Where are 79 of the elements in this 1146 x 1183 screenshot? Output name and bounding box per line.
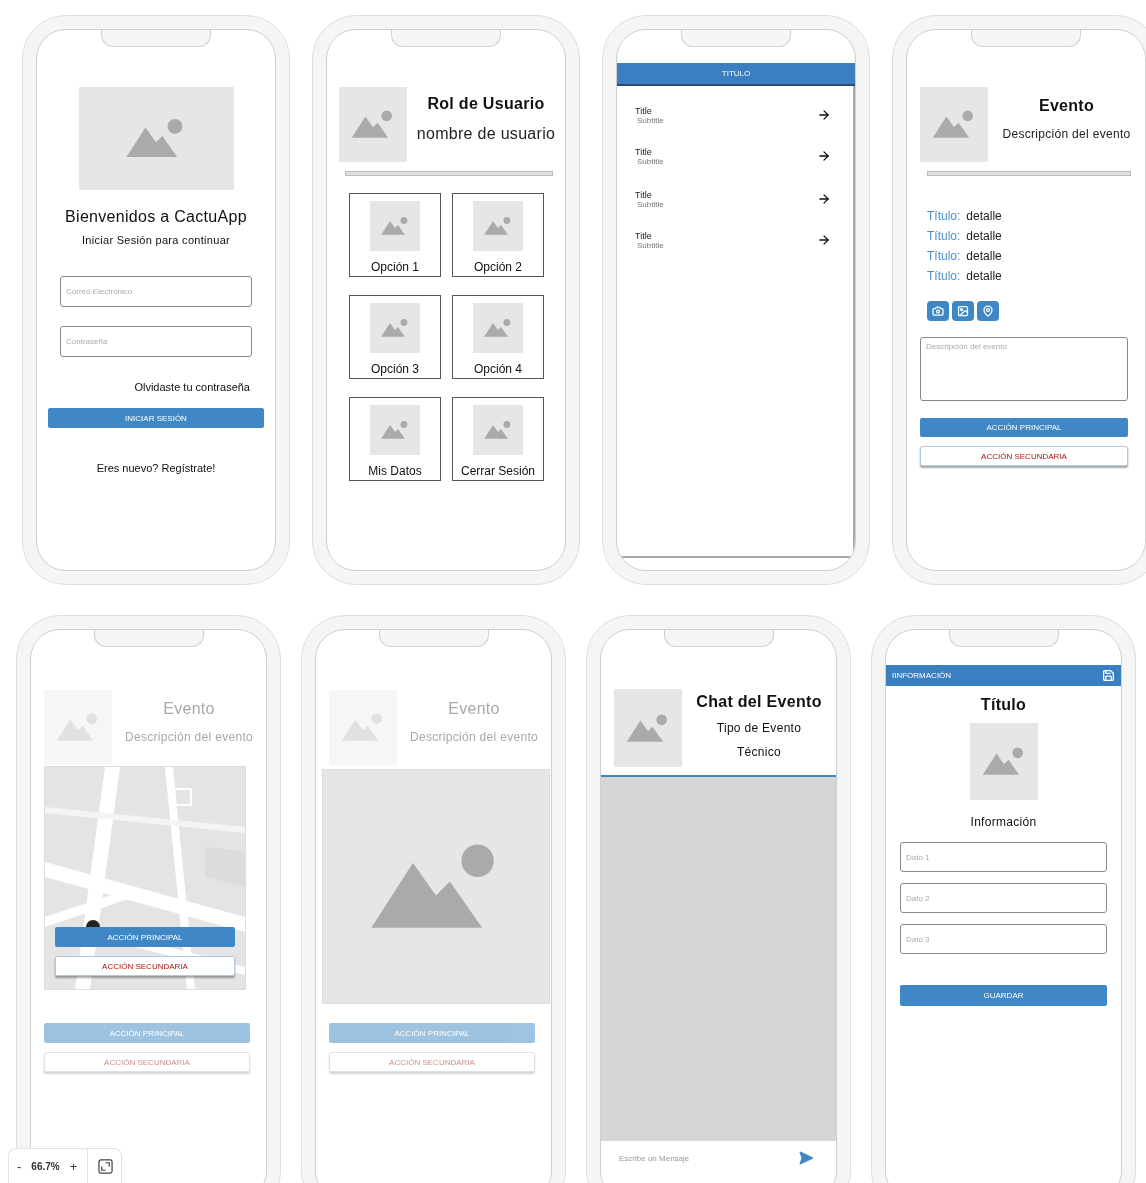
mountain-icon <box>483 420 513 440</box>
arrow-right-icon <box>817 108 831 122</box>
input-field[interactable]: Contraseña <box>60 326 252 357</box>
menu-option-tile[interactable]: Opción 2 <box>452 193 544 277</box>
item-subtitle: Subtitle <box>637 240 664 250</box>
list-item[interactable]: Title Subtitle <box>617 96 853 134</box>
header-title: IINFORMACIÓN <box>892 671 952 680</box>
arrow-right-icon <box>817 149 831 163</box>
zoom-level: 66.7% <box>31 1160 60 1172</box>
secondary-button[interactable]: ACCIÓN SECUNDARIA <box>55 956 235 976</box>
detail-value: detalle <box>966 268 1002 285</box>
input-field[interactable]: Correo Electrónico <box>60 276 252 307</box>
header-title: Evento <box>1038 96 1095 115</box>
header-subtitle: Descripción del evento <box>410 729 538 744</box>
mountain-icon <box>380 216 410 236</box>
primary-button[interactable]: ACCIÓN PRINCIPAL <box>920 418 1128 437</box>
detail-value: detalle <box>966 208 1002 225</box>
header-title: Rol de Usuario <box>427 94 545 113</box>
fit-screen-icon[interactable] <box>98 1158 114 1174</box>
mountain-icon <box>380 420 410 440</box>
signup-link[interactable]: Eres nuevo? Regístrate! <box>96 462 216 474</box>
map-pin-icon <box>982 305 994 317</box>
item-title: Title <box>635 146 653 157</box>
header-subtitle: Descripción del evento <box>1002 126 1131 141</box>
mountain-icon <box>380 318 410 338</box>
item-title: Title <box>635 105 653 116</box>
list-item[interactable]: Title Subtitle <box>617 134 853 178</box>
send-icon <box>798 1150 814 1166</box>
form-title: Título <box>980 696 1027 714</box>
menu-option-tile[interactable]: Opción 4 <box>452 295 544 379</box>
item-subtitle: Subtitle <box>637 199 664 209</box>
image-button[interactable] <box>952 301 974 321</box>
camera-button[interactable] <box>927 301 949 321</box>
item-title: Title <box>635 230 653 241</box>
mountain-icon <box>483 216 513 236</box>
description-field[interactable]: Descripción del evento <box>920 337 1128 401</box>
detail-value: detalle <box>966 228 1002 245</box>
input-field[interactable]: Dato 2 <box>900 883 1107 913</box>
mountain-icon <box>483 318 513 338</box>
chat-title: Chat del Evento <box>696 693 822 711</box>
detail-value: detalle <box>966 248 1002 265</box>
menu-option-tile[interactable]: Cerrar Sesión <box>452 397 544 481</box>
item-subtitle: Subtitle <box>637 156 664 166</box>
arrow-right-icon <box>817 192 831 206</box>
header-subtitle: nombre de usuario <box>416 124 556 143</box>
arrow-right-icon <box>817 233 831 247</box>
form-caption: Información <box>970 815 1037 829</box>
map-pin-button[interactable] <box>977 301 999 321</box>
detail-label: Título: <box>927 268 961 285</box>
detail-label: Título: <box>927 208 961 225</box>
event-category: Técnico <box>736 745 782 759</box>
image-icon <box>957 305 969 317</box>
menu-option-tile[interactable]: Mis Datos <box>349 397 441 481</box>
detail-label: Título: <box>927 248 961 265</box>
subtitle: Iniciar Sesión para continuar <box>81 234 231 246</box>
login-button[interactable]: INICIAR SESIÓN <box>48 408 264 428</box>
camera-icon <box>932 305 944 317</box>
primary-button[interactable]: ACCIÓN PRINCIPAL <box>55 927 235 947</box>
secondary-button[interactable]: ACCIÓN SECUNDARIA <box>920 446 1128 466</box>
welcome-title: Bienvenidos a CactuApp <box>65 208 247 226</box>
event-type: Tipo de Evento <box>716 721 802 735</box>
header-subtitle: Descripción del evento <box>125 729 253 744</box>
input-field[interactable]: Dato 3 <box>900 924 1107 954</box>
menu-option-tile[interactable]: Opción 1 <box>349 193 441 277</box>
save-icon <box>1102 669 1115 682</box>
header-title: Evento <box>448 699 500 718</box>
zoom-in-button[interactable]: + <box>69 1158 78 1174</box>
header-bar: TITULO <box>617 63 855 86</box>
list-item[interactable]: Title Subtitle <box>617 178 853 220</box>
save-button[interactable]: GUARDAR <box>900 985 1107 1006</box>
item-title: Title <box>635 189 653 200</box>
forgot-password-link[interactable]: Olvidaste tu contraseña <box>134 381 250 393</box>
item-subtitle: Subtitle <box>637 115 664 125</box>
header-title: Evento <box>163 699 215 718</box>
input-field[interactable]: Dato 1 <box>900 842 1107 872</box>
menu-option-tile[interactable]: Opción 3 <box>349 295 441 379</box>
list-item[interactable]: Title Subtitle <box>617 220 853 260</box>
detail-label: Título: <box>927 228 961 245</box>
zoom-out-button[interactable]: - <box>17 1158 22 1174</box>
